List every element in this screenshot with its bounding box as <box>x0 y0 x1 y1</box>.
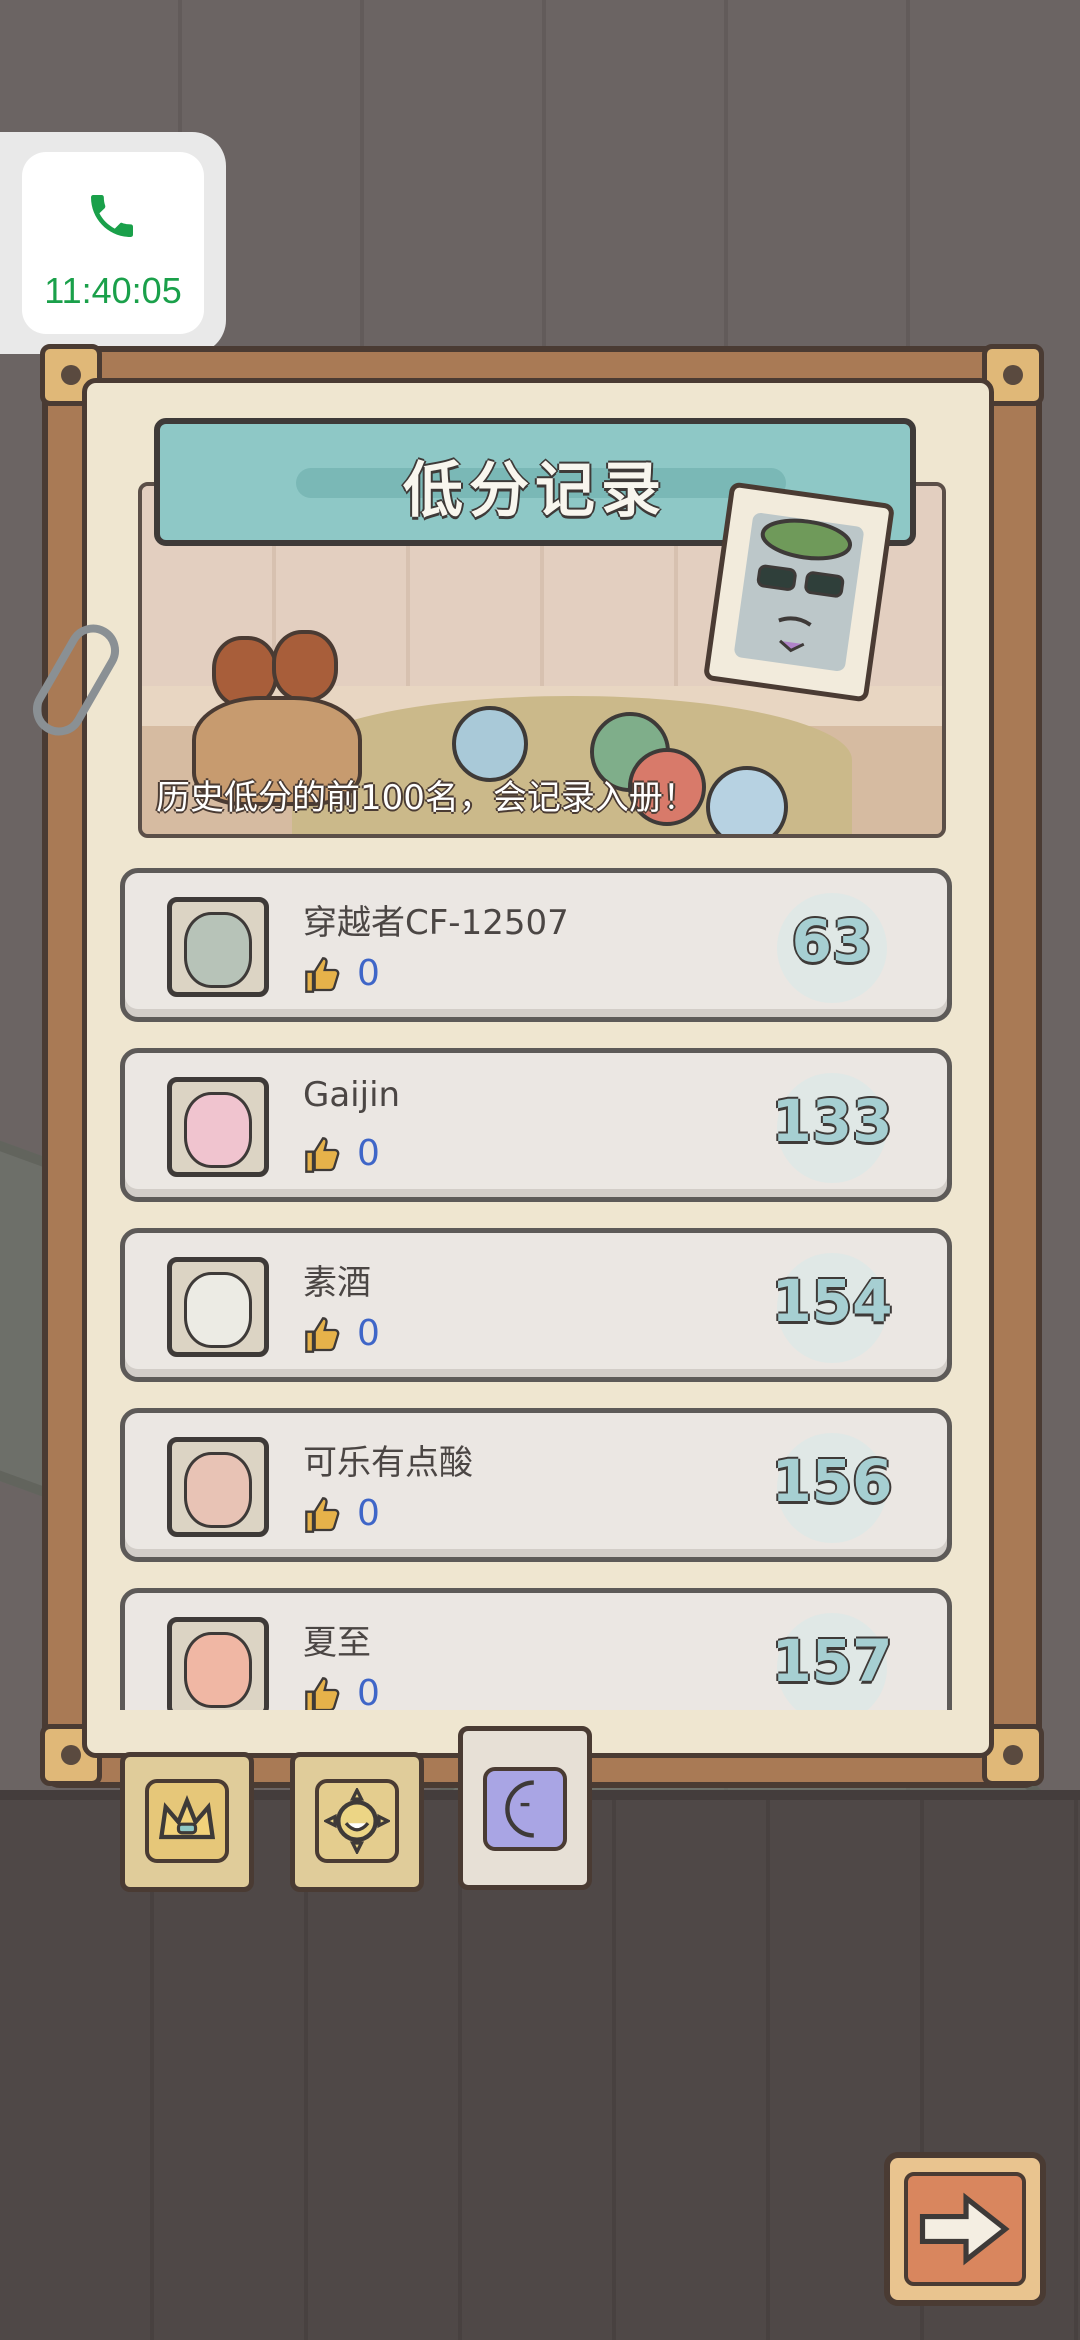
shell-snail-avatar-icon <box>184 1452 252 1528</box>
player-name: 可乐有点酸 <box>303 1443 473 1483</box>
thumbs-up-icon[interactable] <box>303 1495 343 1535</box>
crown-tab[interactable] <box>120 1752 254 1892</box>
like-count: 0 <box>357 1313 380 1354</box>
pink-snail-avatar-icon <box>184 1092 252 1168</box>
ranking-list[interactable]: 穿越者CF-12507 0 63 Gaijin 0 133 素酒 0 154 可… <box>120 868 952 1710</box>
like-count: 0 <box>357 1133 380 1174</box>
thumbs-up-icon[interactable] <box>303 1675 343 1710</box>
player-name: 夏至 <box>303 1623 371 1663</box>
player-name: Gaijin <box>303 1075 401 1115</box>
player-avatar[interactable] <box>167 1077 269 1177</box>
score-value: 154 <box>771 1267 893 1335</box>
score-value: 156 <box>771 1447 893 1515</box>
player-avatar[interactable] <box>167 1617 269 1710</box>
illustration-caption: 历史低分的前100名，会记录入册！ <box>156 778 697 818</box>
score-value: 157 <box>771 1627 893 1695</box>
snail-head <box>272 630 338 702</box>
score-value: 63 <box>791 907 873 975</box>
next-button-face[interactable] <box>904 2172 1026 2286</box>
moon-face-icon <box>483 1767 567 1851</box>
ranking-row[interactable]: 夏至 0 157 <box>120 1588 952 1710</box>
call-timer: 11:40:05 <box>44 270 182 311</box>
ball-icon <box>706 766 788 834</box>
moon-tab[interactable] <box>458 1726 592 1890</box>
thumbs-up-icon[interactable] <box>303 1315 343 1355</box>
like-count: 0 <box>357 953 380 994</box>
sunglasses-snail-avatar-icon <box>184 912 252 988</box>
ranking-row[interactable]: 可乐有点酸 0 156 <box>120 1408 952 1562</box>
sun-tab[interactable] <box>290 1752 424 1892</box>
sunglasses-icon <box>756 518 853 653</box>
player-name: 素酒 <box>303 1263 371 1303</box>
polaroid-photo <box>702 481 896 703</box>
call-indicator[interactable]: 11:40:05 <box>0 132 226 354</box>
like-count: 0 <box>357 1493 380 1534</box>
player-avatar[interactable] <box>167 1257 269 1357</box>
next-button[interactable] <box>884 2152 1046 2306</box>
player-avatar[interactable] <box>167 897 269 997</box>
score-value: 133 <box>771 1087 893 1155</box>
thumbs-up-icon[interactable] <box>303 1135 343 1175</box>
call-indicator-card[interactable]: 11:40:05 <box>22 152 204 334</box>
sun-face-icon <box>315 1779 399 1863</box>
arrow-right-icon <box>919 2192 1010 2266</box>
like-count: 0 <box>357 1673 380 1710</box>
ranking-row[interactable]: Gaijin 0 133 <box>120 1048 952 1202</box>
crown-icon <box>145 1779 229 1863</box>
muscle-man-avatar-icon <box>184 1632 252 1708</box>
phone-icon <box>91 195 133 237</box>
player-name: 穿越者CF-12507 <box>303 903 569 943</box>
angel-snail-avatar-icon <box>184 1272 252 1348</box>
thumbs-up-icon[interactable] <box>303 955 343 995</box>
ranking-row[interactable]: 穿越者CF-12507 0 63 <box>120 868 952 1022</box>
player-avatar[interactable] <box>167 1437 269 1537</box>
sunglasses-character-icon <box>733 511 865 673</box>
ranking-row[interactable]: 素酒 0 154 <box>120 1228 952 1382</box>
